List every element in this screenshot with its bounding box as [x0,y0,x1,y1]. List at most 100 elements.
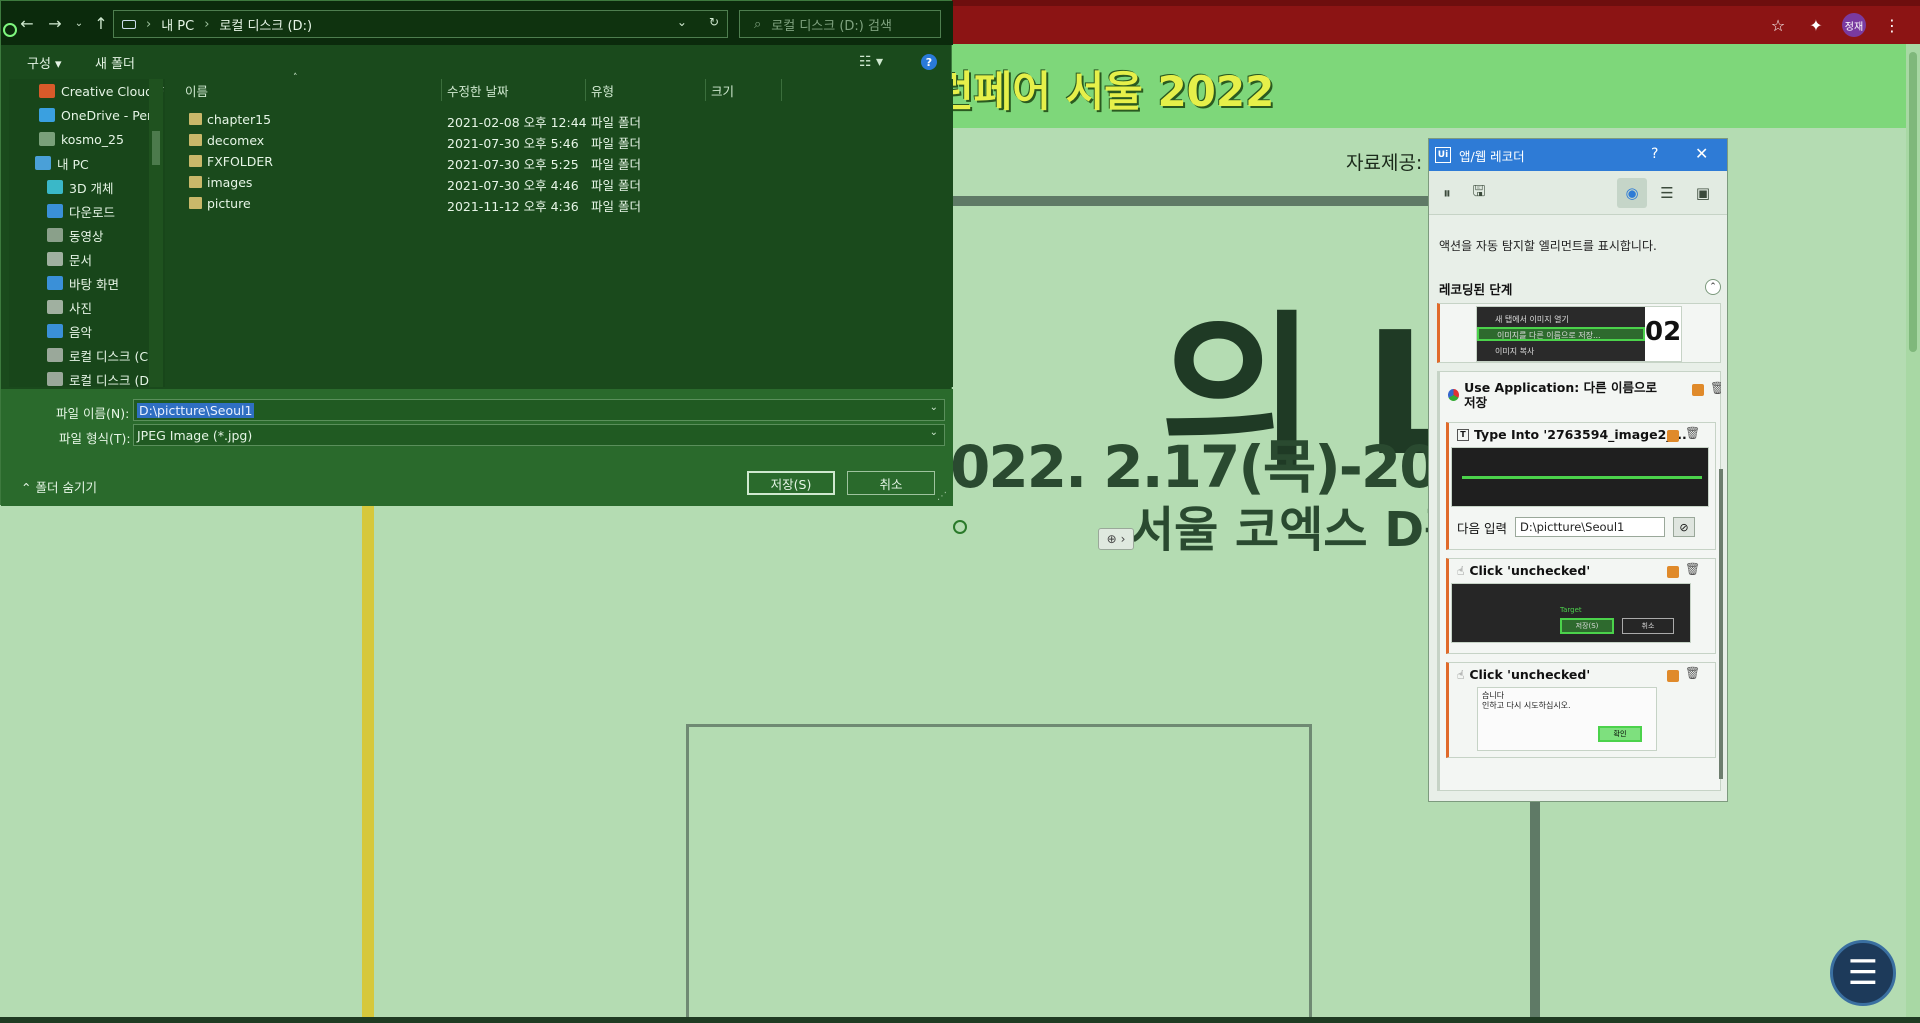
file-name: decomex [207,133,265,148]
delete-icon[interactable]: 🗑 [1685,426,1700,440]
back-arrow-icon[interactable]: ← [17,13,37,33]
step-card-click-ok[interactable]: ☝ Click 'unchecked' 🗑 습니다 인하고 다시 시도하십시오.… [1446,662,1716,758]
delete-icon[interactable]: 🗑 [1685,562,1700,576]
floating-widget[interactable]: ⊕ › [1098,528,1134,550]
nav-scrollbar[interactable] [149,79,163,387]
column-divider[interactable] [705,79,706,101]
hide-folders-toggle[interactable]: ⌃ 폴더 숨기기 [21,477,97,496]
help-icon[interactable]: ? [921,54,937,70]
step-card-click-save[interactable]: ☝ Click 'unchecked' 🗑 Target 저장(S) 취소 [1446,558,1716,654]
type-into-icon: T [1457,428,1469,441]
nav-item[interactable]: 음악 [9,319,165,343]
nav-item[interactable]: Creative Cloud F [9,79,165,103]
nav-scroll-thumb[interactable] [152,131,160,165]
address-dropdown-icon[interactable]: ⌄ [677,15,687,29]
refresh-icon[interactable]: ↻ [709,15,719,29]
auto-detect-icon[interactable]: ◉ [1617,178,1647,208]
nav-item[interactable]: 바탕 화면 [9,271,165,295]
column-header-date[interactable]: 수정한 날짜 [447,81,508,100]
video-icon [47,228,63,242]
folder-icon [189,134,202,146]
filename-field[interactable]: D:\pictture\Seoul1 ⌄ [133,399,945,421]
step-card-type-into[interactable]: T Type Into '2763594_image2_... 🗑 다음 입력 … [1446,422,1716,550]
up-arrow-icon[interactable]: ↑ [91,13,111,33]
uipath-logo-icon: Ui [1435,147,1451,163]
type-into-header: T Type Into '2763594_image2_... [1457,427,1687,442]
step-card-use-application[interactable]: Use Application: 다른 이름으로 저장 🗑 T Type Int… [1437,371,1721,791]
search-input[interactable]: ⌕ 로컬 디스크 (D:) 검색 [739,10,941,38]
filename-dropdown-icon[interactable]: ⌄ [930,402,938,413]
organize-button[interactable]: 구성 ▾ [27,53,62,72]
nav-item[interactable]: 동영상 [9,223,165,247]
activity-options-icon[interactable] [1667,670,1679,682]
nav-item[interactable]: 내 PC [9,151,165,175]
filetype-select[interactable]: JPEG Image (*.jpg) ⌄ [133,424,945,446]
cancel-button[interactable]: 취소 [847,471,935,495]
file-row[interactable]: decomex 2021-07-30 오후 5:46 파일 폴더 [169,130,769,151]
nav-item-label: 다운로드 [69,204,116,220]
profile-avatar[interactable]: 정재 [1842,13,1866,37]
recorder-scrollbar[interactable] [1719,469,1723,779]
list-fab-button[interactable]: ☰ [1830,940,1896,1006]
user-icon [39,132,55,146]
address-bar[interactable]: › 내 PC › 로컬 디스크 (D:) ⌄ ↻ [113,10,728,38]
hide-value-icon[interactable]: ⊘ [1672,517,1695,537]
column-header-type[interactable]: 유형 [591,81,614,100]
recent-dropdown-icon[interactable]: ⌄ [69,13,89,33]
breadcrumb-pc[interactable]: 내 PC [161,15,194,34]
screenshot-icon[interactable]: ▣ [1693,183,1713,203]
breadcrumb-drive-d[interactable]: 로컬 디스크 (D:) [219,15,312,34]
filetype-dropdown-icon[interactable]: ⌄ [930,427,938,438]
banner-title: 런페어 서울 2022 [935,67,1275,116]
resize-grip-icon[interactable]: ⋰ [937,491,947,502]
recorder-title-bar: Ui 앱/웹 레코더 ? ✕ [1429,139,1727,171]
column-divider[interactable] [441,79,442,101]
step-list-icon[interactable]: ☰ [1657,183,1677,203]
nav-item[interactable]: 로컬 디스크 (C [9,343,165,367]
file-date: 2021-02-08 오후 12:44 [447,115,587,130]
poster-venue: 서울 코엑스 D홀 [1130,502,1469,558]
more-menu-icon[interactable]: ⋮ [1880,13,1904,37]
step-card-context-menu[interactable]: 새 탭에서 이미지 열기 이미지를 다른 이름으로 저장... 이미지 복사 0… [1437,303,1721,363]
save-button[interactable]: 저장(S) [747,471,835,495]
filetype-value: JPEG Image (*.jpg) [137,427,253,443]
activity-options-icon[interactable] [1667,566,1679,578]
activity-options-icon[interactable] [1692,384,1704,396]
close-icon[interactable]: ✕ [1695,144,1708,163]
bookmark-star-icon[interactable]: ☆ [1766,13,1790,37]
extensions-icon[interactable]: ✦ [1804,13,1828,37]
help-icon[interactable]: ? [1651,146,1658,162]
save-recording-icon[interactable]: 🖫 [1469,182,1489,203]
delete-icon[interactable]: 🗑 [1685,666,1700,680]
column-header-size[interactable]: 크기 [711,81,734,100]
file-row[interactable]: chapter15 2021-02-08 오후 12:44 파일 폴더 [169,109,769,130]
nav-item[interactable]: kosmo_25 [9,127,165,151]
file-type: 파일 폴더 [591,136,641,151]
activity-options-icon[interactable] [1667,430,1679,442]
page-scroll-thumb[interactable] [1909,52,1917,352]
nav-item[interactable]: 문서 [9,247,165,271]
column-header-name[interactable]: 이름 [185,81,208,100]
page-scrollbar[interactable] [1906,44,1920,1023]
file-row[interactable]: FXFOLDER 2021-07-30 오후 5:25 파일 폴더 [169,151,769,172]
collapse-icon[interactable]: ⌃ [1705,279,1721,295]
mini-save-button: 저장(S) [1560,618,1614,634]
nav-item[interactable]: 다운로드 [9,199,165,223]
forward-arrow-icon[interactable]: → [45,13,65,33]
view-options-icon[interactable]: ☷ ▾ [859,54,883,70]
file-date: 2021-07-30 오후 5:46 [447,136,579,151]
file-row[interactable]: images 2021-07-30 오후 4:46 파일 폴더 [169,172,769,193]
column-divider[interactable] [781,79,782,101]
nav-item[interactable]: OneDrive - Pers [9,103,165,127]
nav-item[interactable]: 3D 개체 [9,175,165,199]
next-input-field[interactable]: D:\pictture\Seoul1 [1514,517,1665,537]
new-folder-button[interactable]: 새 폴더 [95,53,135,72]
delete-icon[interactable]: 🗑 [1710,381,1721,395]
nav-item[interactable]: 로컬 디스크 (D [9,367,165,387]
nav-item[interactable]: 사진 [9,295,165,319]
filename-value: D:\pictture\Seoul1 [137,402,255,418]
file-row[interactable]: picture 2021-11-12 오후 4:36 파일 폴더 [169,193,769,214]
column-divider[interactable] [585,79,586,101]
nav-item-label: OneDrive - Pers [61,107,159,123]
pause-icon[interactable]: ⏸ [1437,183,1457,203]
